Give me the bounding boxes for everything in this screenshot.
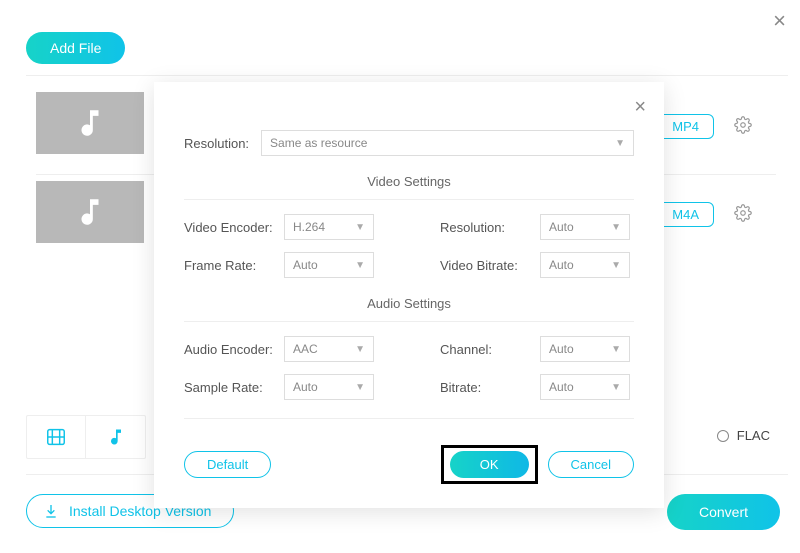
- sample-rate-select[interactable]: Auto ▼: [284, 374, 374, 400]
- music-note-icon: [106, 427, 126, 447]
- format-tabs: [26, 415, 146, 459]
- format-badge[interactable]: M4A: [657, 202, 714, 227]
- audio-bitrate-value: Auto: [549, 380, 574, 394]
- file-row: [36, 86, 144, 160]
- divider: [184, 199, 634, 200]
- format-badge-label: M4A: [672, 207, 699, 222]
- audio-encoder-value: AAC: [293, 342, 318, 356]
- format-badge-label: MP4: [672, 119, 699, 134]
- resolution-select[interactable]: Same as resource ▼: [261, 130, 634, 156]
- resolution-label: Resolution:: [184, 136, 249, 151]
- divider: [26, 75, 788, 76]
- video-encoder-select[interactable]: H.264 ▼: [284, 214, 374, 240]
- audio-section-title: Audio Settings: [184, 296, 634, 311]
- chevron-down-icon: ▼: [611, 260, 621, 271]
- convert-label: Convert: [699, 504, 748, 520]
- add-file-button[interactable]: Add File: [26, 32, 125, 64]
- resolution-value: Same as resource: [270, 136, 367, 150]
- modal-close-icon[interactable]: ×: [634, 96, 646, 119]
- format-badge[interactable]: MP4: [657, 114, 714, 139]
- music-note-icon: [73, 106, 107, 140]
- video-resolution-select[interactable]: Auto ▼: [540, 214, 630, 240]
- tab-video[interactable]: [27, 415, 86, 459]
- settings-gear-icon[interactable]: [734, 116, 752, 139]
- audio-thumbnail: [36, 181, 144, 243]
- chevron-down-icon: ▼: [611, 222, 621, 233]
- chevron-down-icon: ▼: [615, 138, 625, 149]
- cancel-label: Cancel: [571, 457, 611, 472]
- ok-button[interactable]: OK: [450, 451, 529, 478]
- music-note-icon: [73, 195, 107, 229]
- chevron-down-icon: ▼: [355, 382, 365, 393]
- format-option-label: FLAC: [737, 428, 770, 443]
- settings-modal: × Resolution: Same as resource ▼ Video S…: [154, 82, 664, 508]
- video-resolution-value: Auto: [549, 220, 574, 234]
- frame-rate-label: Frame Rate:: [184, 258, 284, 273]
- divider: [184, 418, 634, 419]
- sample-rate-value: Auto: [293, 380, 318, 394]
- sample-rate-label: Sample Rate:: [184, 380, 284, 395]
- app-close-icon[interactable]: ×: [773, 8, 786, 34]
- format-option-flac[interactable]: FLAC: [717, 428, 770, 443]
- frame-rate-select[interactable]: Auto ▼: [284, 252, 374, 278]
- convert-button[interactable]: Convert: [667, 494, 780, 530]
- video-section-title: Video Settings: [184, 174, 634, 189]
- audio-bitrate-label: Bitrate:: [440, 380, 540, 395]
- cancel-button[interactable]: Cancel: [548, 451, 634, 478]
- download-icon: [43, 503, 59, 519]
- divider: [184, 321, 634, 322]
- chevron-down-icon: ▼: [611, 382, 621, 393]
- settings-gear-icon[interactable]: [734, 204, 752, 227]
- channel-select[interactable]: Auto ▼: [540, 336, 630, 362]
- audio-bitrate-select[interactable]: Auto ▼: [540, 374, 630, 400]
- chevron-down-icon: ▼: [355, 344, 365, 355]
- channel-value: Auto: [549, 342, 574, 356]
- video-bitrate-label: Video Bitrate:: [440, 258, 540, 273]
- audio-encoder-label: Audio Encoder:: [184, 342, 284, 357]
- default-label: Default: [207, 457, 248, 472]
- audio-thumbnail: [36, 92, 144, 154]
- add-file-label: Add File: [50, 40, 101, 56]
- chevron-down-icon: ▼: [355, 260, 365, 271]
- chevron-down-icon: ▼: [611, 344, 621, 355]
- tab-audio[interactable]: [86, 415, 145, 459]
- frame-rate-value: Auto: [293, 258, 318, 272]
- channel-label: Channel:: [440, 342, 540, 357]
- radio-icon: [717, 430, 729, 442]
- video-bitrate-select[interactable]: Auto ▼: [540, 252, 630, 278]
- video-encoder-value: H.264: [293, 220, 325, 234]
- video-encoder-label: Video Encoder:: [184, 220, 284, 235]
- ok-highlight-box: OK: [441, 445, 538, 484]
- video-bitrate-value: Auto: [549, 258, 574, 272]
- audio-encoder-select[interactable]: AAC ▼: [284, 336, 374, 362]
- chevron-down-icon: ▼: [355, 222, 365, 233]
- ok-label: OK: [480, 457, 499, 472]
- video-resolution-label: Resolution:: [440, 220, 540, 235]
- film-icon: [45, 426, 67, 448]
- default-button[interactable]: Default: [184, 451, 271, 478]
